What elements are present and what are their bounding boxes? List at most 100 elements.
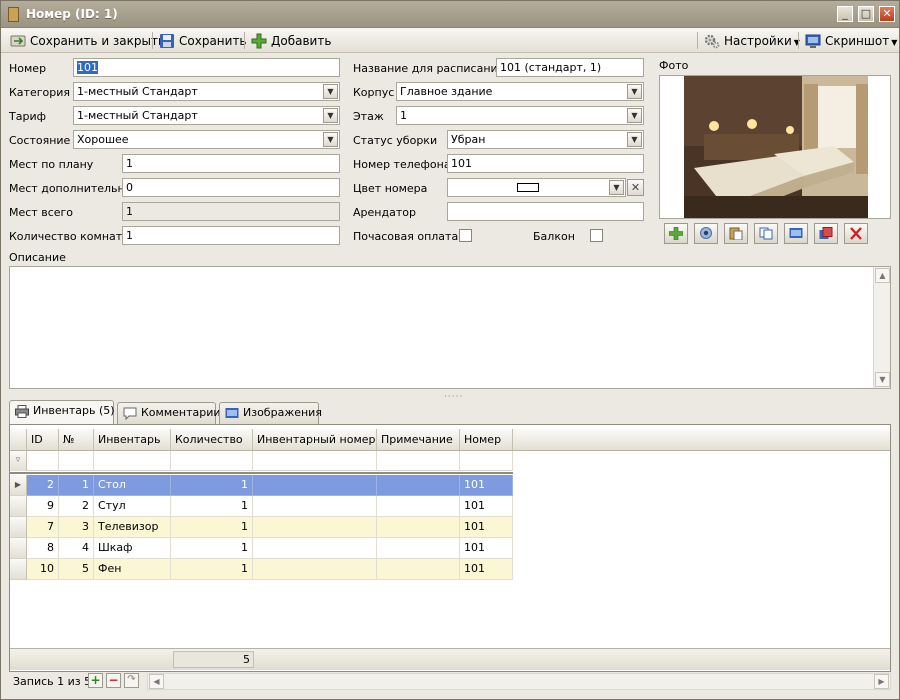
- table-row[interactable]: ▶ 2 1 Стол 1 101: [10, 475, 513, 496]
- paste-button[interactable]: [724, 223, 748, 244]
- fit-image-button[interactable]: [784, 223, 808, 244]
- row-indicator[interactable]: [10, 517, 27, 538]
- cell-room[interactable]: 101: [460, 538, 513, 559]
- category-select[interactable]: 1-местный Стандарт ▼: [73, 82, 340, 101]
- filter-cell[interactable]: [460, 451, 513, 471]
- add-button[interactable]: Добавить: [251, 31, 331, 51]
- cell-item[interactable]: Шкаф: [94, 538, 171, 559]
- filter-cell[interactable]: [94, 451, 171, 471]
- cell-qty[interactable]: 1: [171, 475, 253, 496]
- places-plan-input[interactable]: 1: [122, 154, 340, 173]
- add-record-button[interactable]: +: [88, 673, 103, 688]
- title-bar[interactable]: Номер (ID: 1) _ □ ✕: [1, 1, 899, 28]
- cell-qty[interactable]: 1: [171, 559, 253, 580]
- scroll-down-icon[interactable]: ▼: [875, 372, 890, 387]
- col-header-room[interactable]: Номер: [460, 429, 513, 451]
- col-header-item[interactable]: Инвентарь: [94, 429, 171, 451]
- cell-no[interactable]: 5: [59, 559, 94, 580]
- tab-inventory[interactable]: Инвентарь (5): [9, 400, 115, 425]
- chevron-down-icon[interactable]: ▼: [323, 132, 338, 147]
- table-row[interactable]: 9 2 Стул 1 101: [10, 496, 513, 517]
- cell-room[interactable]: 101: [460, 496, 513, 517]
- floor-select[interactable]: 1 ▼: [396, 106, 644, 125]
- maximize-button[interactable]: □: [858, 6, 874, 22]
- cell-qty[interactable]: 1: [171, 517, 253, 538]
- col-header-no[interactable]: №: [59, 429, 94, 451]
- scroll-left-icon[interactable]: ◀: [149, 674, 164, 689]
- cell-inv-number[interactable]: [253, 496, 377, 517]
- tab-comments[interactable]: Комментарии: [117, 402, 221, 424]
- description-scrollbar[interactable]: ▲ ▼: [873, 267, 890, 388]
- scroll-right-icon[interactable]: ▶: [874, 674, 889, 689]
- scroll-up-icon[interactable]: ▲: [875, 268, 890, 283]
- delete-photo-button[interactable]: [844, 223, 868, 244]
- tariff-select[interactable]: 1-местный Стандарт ▼: [73, 106, 340, 125]
- cell-note[interactable]: [377, 475, 460, 496]
- cell-room[interactable]: 101: [460, 475, 513, 496]
- delete-record-button[interactable]: −: [106, 673, 121, 688]
- cell-inv-number[interactable]: [253, 559, 377, 580]
- grid-hscrollbar[interactable]: ◀ ▶: [147, 673, 891, 690]
- cell-id[interactable]: 9: [27, 496, 59, 517]
- cell-id[interactable]: 8: [27, 538, 59, 559]
- filter-cell[interactable]: [253, 451, 377, 471]
- camera-button[interactable]: [694, 223, 718, 244]
- col-header-note[interactable]: Примечание: [377, 429, 460, 451]
- table-row[interactable]: 10 5 Фен 1 101: [10, 559, 513, 580]
- minimize-button[interactable]: _: [837, 6, 853, 22]
- cell-id[interactable]: 2: [27, 475, 59, 496]
- cell-qty[interactable]: 1: [171, 538, 253, 559]
- cell-inv-number[interactable]: [253, 475, 377, 496]
- table-row[interactable]: 8 4 Шкаф 1 101: [10, 538, 513, 559]
- cell-item[interactable]: Стол: [94, 475, 171, 496]
- cell-no[interactable]: 3: [59, 517, 94, 538]
- cell-no[interactable]: 1: [59, 475, 94, 496]
- cell-item[interactable]: Телевизор: [94, 517, 171, 538]
- balcony-checkbox[interactable]: [590, 229, 603, 242]
- cell-note[interactable]: [377, 559, 460, 580]
- cell-qty[interactable]: 1: [171, 496, 253, 517]
- chevron-down-icon[interactable]: ▼: [609, 180, 624, 195]
- row-indicator[interactable]: ▶: [10, 475, 27, 496]
- cell-note[interactable]: [377, 496, 460, 517]
- row-indicator[interactable]: [10, 559, 27, 580]
- cell-inv-number[interactable]: [253, 538, 377, 559]
- cell-item[interactable]: Фен: [94, 559, 171, 580]
- tenant-input[interactable]: [447, 202, 644, 221]
- row-indicator[interactable]: [10, 538, 27, 559]
- col-header-id[interactable]: ID: [27, 429, 59, 451]
- filter-cell[interactable]: [171, 451, 253, 471]
- cell-room[interactable]: 101: [460, 559, 513, 580]
- settings-button[interactable]: Настройки ▼: [704, 31, 800, 51]
- color-picker[interactable]: ▼: [447, 178, 626, 197]
- rooms-input[interactable]: 1: [122, 226, 340, 245]
- filter-row[interactable]: ▿: [10, 451, 513, 471]
- chevron-down-icon[interactable]: ▼: [323, 84, 338, 99]
- phone-input[interactable]: 101: [447, 154, 644, 173]
- chevron-down-icon[interactable]: ▼: [627, 132, 642, 147]
- chevron-down-icon[interactable]: ▼: [323, 108, 338, 123]
- description-textarea[interactable]: ▲ ▼: [9, 266, 891, 389]
- copy-button[interactable]: [754, 223, 778, 244]
- hourly-checkbox[interactable]: [459, 229, 472, 242]
- cell-room[interactable]: 101: [460, 517, 513, 538]
- chevron-down-icon[interactable]: ▼: [627, 84, 642, 99]
- row-indicator[interactable]: [10, 496, 27, 517]
- chevron-down-icon[interactable]: ▼: [627, 108, 642, 123]
- cell-note[interactable]: [377, 517, 460, 538]
- image-window-button[interactable]: [814, 223, 838, 244]
- cell-no[interactable]: 2: [59, 496, 94, 517]
- tab-images[interactable]: Изображения: [219, 402, 322, 424]
- filter-icon[interactable]: ▿: [10, 451, 27, 471]
- filter-cell[interactable]: [27, 451, 59, 471]
- cell-note[interactable]: [377, 538, 460, 559]
- add-photo-button[interactable]: [664, 223, 688, 244]
- filter-cell[interactable]: [59, 451, 94, 471]
- save-button[interactable]: Сохранить: [159, 31, 247, 51]
- refresh-icon[interactable]: ↷: [124, 673, 139, 688]
- state-select[interactable]: Хорошее ▼: [73, 130, 340, 149]
- cleaning-select[interactable]: Убран ▼: [447, 130, 644, 149]
- cell-inv-number[interactable]: [253, 517, 377, 538]
- close-button[interactable]: ✕: [879, 6, 895, 22]
- cell-no[interactable]: 4: [59, 538, 94, 559]
